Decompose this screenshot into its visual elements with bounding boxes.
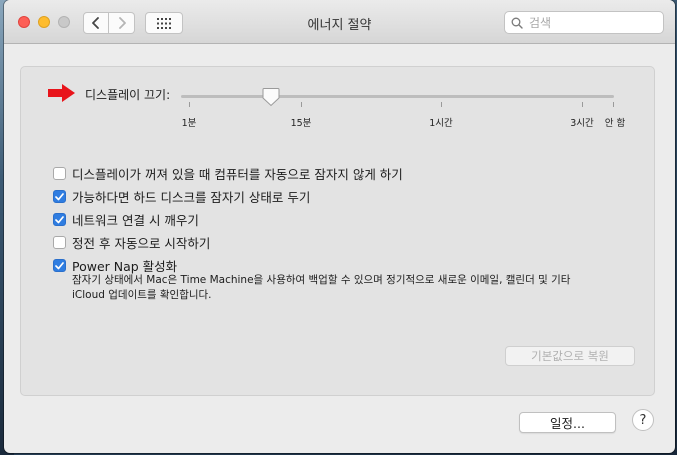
checkbox[interactable] [53,213,66,226]
tick-mark [301,102,302,107]
tick-label-never: 안 함 [604,118,626,129]
checkbox[interactable] [53,190,66,203]
schedule-button[interactable]: 일정... [519,412,616,433]
checkbox[interactable] [53,236,66,249]
search-icon [511,17,523,29]
checkbox[interactable] [53,167,66,180]
option-label: 네트워크 연결 시 깨우기 [72,213,199,228]
option-hard-disk-sleep[interactable]: 가능하다면 하드 디스크를 잠자기 상태로 두기 [53,187,310,206]
tick-mark [613,102,614,107]
tick-label-3hours: 3시간 [570,118,594,129]
tick-label-1hour: 1시간 [429,118,453,129]
display-sleep-slider-track[interactable] [181,95,614,98]
titlebar: 에너지 절약 [4,0,675,44]
preferences-window: 에너지 절약 디스플레이 끄기: 1분 15분 1시간 3시간 안 함 [4,0,675,453]
option-auto-restart[interactable]: 정전 후 자동으로 시작하기 [53,233,210,252]
option-label: 가능하다면 하드 디스크를 잠자기 상태로 두기 [72,190,311,205]
tick-mark [582,102,583,107]
checkmark-icon [55,215,64,223]
option-label: 디스플레이가 꺼져 있을 때 컴퓨터를 자동으로 잠자지 않게 하기 [72,167,403,182]
slider-thumb[interactable] [262,87,280,107]
power-nap-description-line2: iCloud 업데이트를 확인합니다. [72,289,212,301]
display-sleep-label: 디스플레이 끄기: [85,88,171,102]
restore-defaults-button[interactable]: 기본값으로 복원 [505,346,635,366]
tick-label-1min: 1분 [181,118,197,129]
checkmark-icon [55,261,64,269]
red-arrow-icon [48,84,75,102]
search-input[interactable] [527,14,651,31]
power-nap-description-line1: 잠자기 상태에서 Mac은 Time Machine을 사용하여 백업할 수 있… [72,274,571,286]
checkmark-icon [55,192,64,200]
tick-label-15min: 15분 [290,118,312,129]
tick-mark [441,102,442,107]
option-label: 정전 후 자동으로 시작하기 [72,236,211,251]
settings-panel: 디스플레이 끄기: 1분 15분 1시간 3시간 안 함 디스플레이가 꺼져 있… [20,66,655,396]
tick-mark [189,102,190,107]
checkbox[interactable] [53,259,66,272]
search-field[interactable] [504,11,664,34]
help-button[interactable]: ? [632,409,654,431]
option-prevent-sleep[interactable]: 디스플레이가 꺼져 있을 때 컴퓨터를 자동으로 잠자지 않게 하기 [53,164,403,183]
option-wake-network[interactable]: 네트워크 연결 시 깨우기 [53,210,199,229]
